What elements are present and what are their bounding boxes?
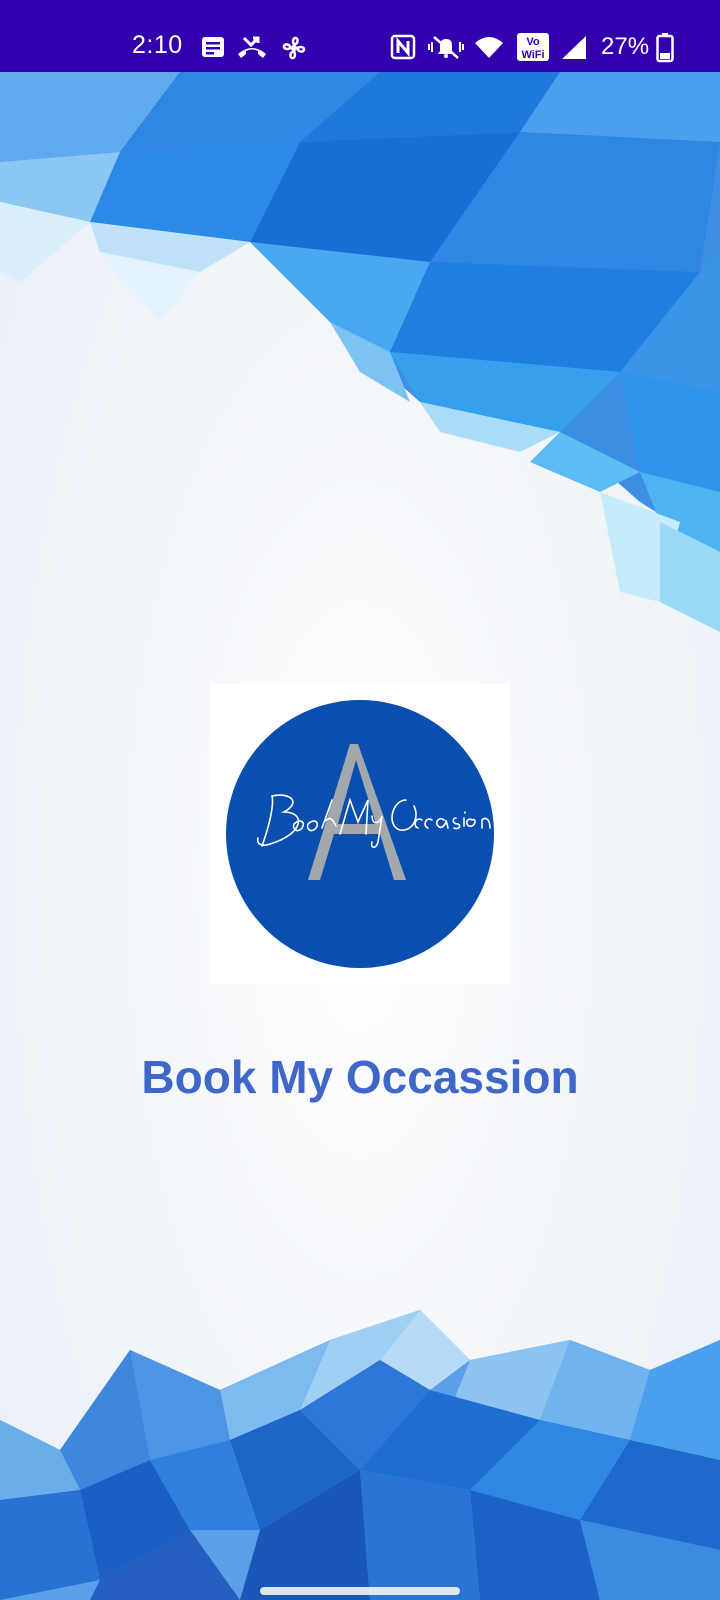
notes-icon [200, 34, 226, 62]
missed-call-icon [236, 34, 268, 62]
nfc-icon [390, 34, 416, 62]
gesture-handle[interactable] [260, 1587, 460, 1595]
top-polygon-background [0, 72, 720, 632]
app-logo [210, 684, 510, 984]
app-name-title: Book My Occassion [141, 1051, 579, 1103]
signal-icon [560, 34, 588, 62]
svg-text:WiFi: WiFi [521, 49, 544, 61]
status-time: 2:10 [132, 31, 183, 59]
fan-icon [280, 34, 308, 62]
status-bar: 2:10 Vo WiFi 27% [0, 0, 720, 72]
svg-text:Vo: Vo [526, 36, 540, 48]
battery-percent: 27% [601, 33, 650, 60]
vowifi-icon: Vo WiFi [516, 32, 550, 61]
battery-icon [656, 33, 674, 63]
vibrate-off-icon [426, 34, 466, 62]
splash-screen: 2:10 Vo WiFi 27% Book My Occassion [0, 0, 720, 1600]
bottom-polygon-background [0, 1310, 720, 1600]
wifi-icon [474, 34, 504, 62]
